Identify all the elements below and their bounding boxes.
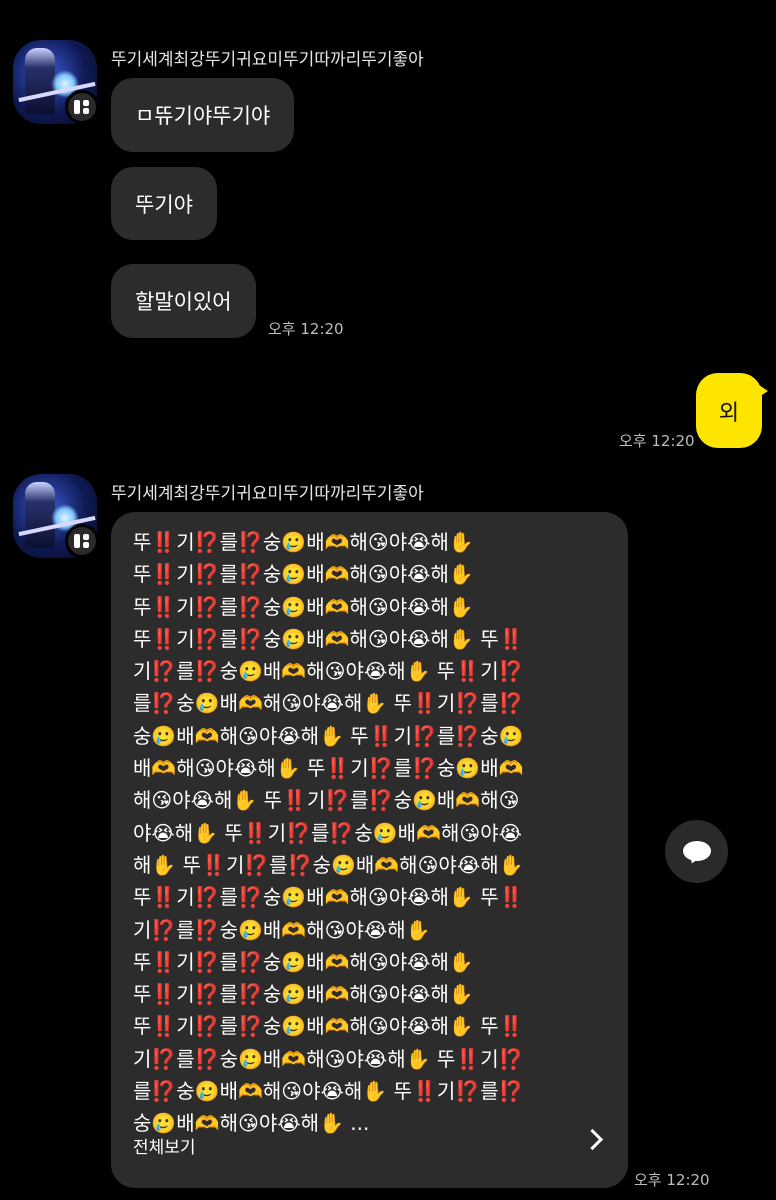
sender-name: 뚜기세계최강뚜기귀요미뚜기따까리뚜기좋아 — [111, 484, 424, 504]
long-message-line: 뚜‼️기⁉️를⁉️숭🥲배🫶해😘야😭해✋ — [133, 562, 474, 587]
long-message-line: 숭🥲배🫶해😘야😭해✋ 뚜‼️기⁉️를⁉️숭🥲 — [133, 723, 524, 748]
message-timestamp: 오후 12:20 — [268, 320, 344, 338]
long-message-line: 해😘야😭해✋ 뚜‼️기⁉️를⁉️숭🥲배🫶해😘 — [133, 788, 520, 813]
long-message-line: 뚜‼️기⁉️를⁉️숭🥲배🫶해😘야😭해✋ 뚜‼️ — [133, 1014, 524, 1039]
my-message-bubble[interactable]: 외 — [696, 373, 768, 448]
sender-name: 뚜기세계최강뚜기귀요미뚜기따까리뚜기좋아 — [111, 50, 424, 70]
speech-bubble-icon — [682, 840, 711, 865]
long-message-line: 배🫶해😘야😭해✋ 뚜‼️기⁉️를⁉️숭🥲배🫶 — [133, 756, 524, 781]
long-message-line: 뚜‼️기⁉️를⁉️숭🥲배🫶해😘야😭해✋ — [133, 949, 474, 974]
my-message-text: 외 — [718, 400, 740, 426]
share-button[interactable] — [665, 820, 728, 883]
message-text: ㅁ뜌기야뚜기야 — [135, 104, 271, 128]
long-message-line: 기⁉️를⁉️숭🥲배🫶해😘야😭해✋ 뚜‼️기⁉️ — [133, 659, 524, 684]
long-message-line: 기⁉️를⁉️숭🥲배🫶해😘야😭해✋ — [133, 917, 431, 942]
long-message-line: 를⁉️숭🥲배🫶해😘야😭해✋ 뚜‼️기⁉️를⁉️ — [133, 1079, 524, 1104]
long-message-bubble[interactable]: 뚜‼️기⁉️를⁉️숭🥲배🫶해😘야😭해✋ 뚜‼️기⁉️를⁉️숭🥲배🫶해😘야😭해✋ 뚜‼… — [111, 512, 628, 1188]
long-message-line: 뚜‼️기⁉️를⁉️숭🥲배🫶해😘야😭해✋ — [133, 982, 474, 1007]
message-text: 할말이있어 — [135, 290, 232, 314]
long-message-line: 뚜‼️기⁉️를⁉️숭🥲배🫶해😘야😭해✋ 뚜‼️ — [133, 885, 524, 910]
message-text: 뚜기야 — [135, 192, 193, 217]
long-message-line: 해✋ 뚜‼️기⁉️를⁉️숭🥲배🫶해😘야😭해✋ — [133, 852, 524, 877]
long-message-line: 뚜‼️기⁉️를⁉️숭🥲배🫶해😘야😭해✋ — [133, 530, 474, 554]
long-message-line: 를⁉️숭🥲배🫶해😘야😭해✋ 뚜‼️기⁉️를⁉️ — [133, 691, 524, 716]
message-bubble[interactable]: 뚜기야 — [111, 167, 217, 240]
long-message-text: 뚜‼️기⁉️를⁉️숭🥲배🫶해😘야😭해✋ 뚜‼️기⁉️를⁉️숭🥲배🫶해😘야😭해✋ 뚜‼… — [133, 526, 603, 1140]
message-bubble[interactable]: ㅁ뜌기야뚜기야 — [111, 78, 295, 152]
long-message-timestamp: 오후 12:20 — [634, 1171, 710, 1189]
long-message-line: 기⁉️를⁉️숭🥲배🫶해😘야😭해✋ 뚜‼️기⁉️ — [133, 1046, 524, 1071]
my-message-timestamp: 오후 12:20 — [619, 432, 695, 450]
view-all-button[interactable]: 전체보기 — [133, 1133, 196, 1158]
profile-badge-icon — [65, 90, 99, 124]
long-message-line: 숭🥲배🫶해😘야😭해✋ ... — [133, 1111, 370, 1136]
message-bubble[interactable]: 할말이있어 — [111, 264, 256, 338]
long-message-line: 뚜‼️기⁉️를⁉️숭🥲배🫶해😘야😭해✋ 뚜‼️ — [133, 626, 524, 651]
long-message-line: 야😭해✋ 뚜‼️기⁉️를⁉️숭🥲배🫶해😘야😭 — [133, 820, 522, 845]
profile-badge-icon — [65, 524, 99, 558]
long-message-line: 뚜‼️기⁉️를⁉️숭🥲배🫶해😘야😭해✋ — [133, 594, 474, 619]
